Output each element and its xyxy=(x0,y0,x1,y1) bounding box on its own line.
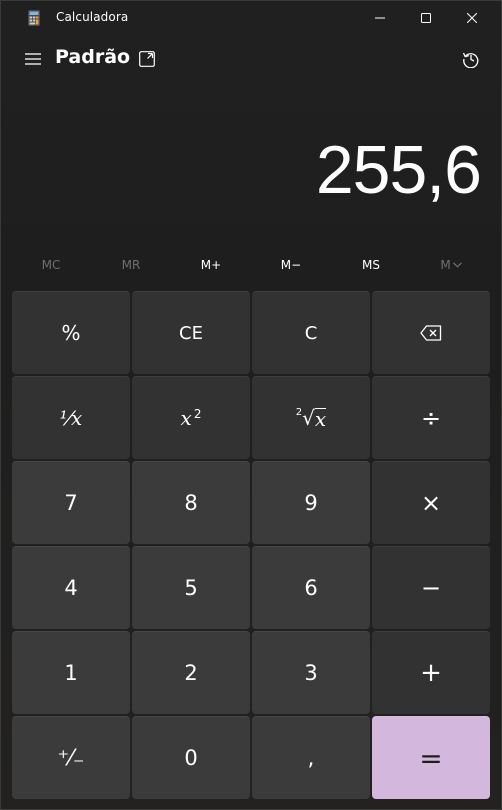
calculator-app-icon xyxy=(28,10,40,26)
history-button[interactable] xyxy=(455,45,487,73)
memory-recall-button[interactable]: MR xyxy=(91,249,171,281)
memory-subtract-button[interactable]: M− xyxy=(251,249,331,281)
negate-key[interactable]: ⁺⁄₋ xyxy=(12,716,130,799)
minimize-button[interactable] xyxy=(357,1,403,35)
square-root-key[interactable]: 2 √ x xyxy=(252,376,370,459)
memory-clear-button[interactable]: MC xyxy=(11,249,91,281)
clear-key[interactable]: C xyxy=(252,291,370,374)
window-title: Calculadora xyxy=(56,10,129,24)
add-key[interactable]: + xyxy=(372,631,490,714)
maximize-button[interactable] xyxy=(403,1,449,35)
digit-8-key[interactable]: 8 xyxy=(132,461,250,544)
memory-store-button[interactable]: MS xyxy=(331,249,411,281)
square-base: x xyxy=(180,406,192,430)
close-icon xyxy=(467,13,477,23)
memory-add-button[interactable]: M+ xyxy=(171,249,251,281)
sqrt-index: 2 xyxy=(295,406,303,418)
digit-4-key[interactable]: 4 xyxy=(12,546,130,629)
reciprocal-key[interactable]: ¹⁄x xyxy=(12,376,130,459)
memory-list-button[interactable]: M xyxy=(411,249,491,281)
digit-9-key[interactable]: 9 xyxy=(252,461,370,544)
square-exponent: 2 xyxy=(193,407,202,421)
digit-3-key[interactable]: 3 xyxy=(252,631,370,714)
decimal-separator-key[interactable]: , xyxy=(252,716,370,799)
sqrt-radicand: x xyxy=(314,406,327,431)
mode-title: Padrão xyxy=(55,46,131,68)
keypad: % CE C ¹⁄x x2 2 √ x ÷ 7 8 9 × 4 5 6 − 1 … xyxy=(12,291,490,799)
result-display: 255,6 xyxy=(315,132,482,208)
maximize-icon xyxy=(421,13,431,23)
title-bar[interactable]: Calculadora xyxy=(1,1,501,35)
digit-2-key[interactable]: 2 xyxy=(132,631,250,714)
clear-entry-key[interactable]: CE xyxy=(132,291,250,374)
memory-row: MC MR M+ M− MS M xyxy=(11,249,491,281)
percent-key[interactable]: % xyxy=(12,291,130,374)
radical-icon: √ xyxy=(302,406,315,430)
close-button[interactable] xyxy=(449,1,495,35)
keep-on-top-icon xyxy=(139,51,155,67)
memory-list-label: M xyxy=(440,258,451,272)
backspace-key[interactable] xyxy=(372,291,490,374)
calculator-header: Padrão xyxy=(1,41,501,77)
backspace-icon xyxy=(420,325,442,341)
navigation-menu-button[interactable] xyxy=(17,45,49,73)
square-key[interactable]: x2 xyxy=(132,376,250,459)
divide-key[interactable]: ÷ xyxy=(372,376,490,459)
calculator-window: Calculadora Padrão 255,6 MC MR M+ M− MS … xyxy=(0,0,502,810)
minimize-icon xyxy=(375,17,385,19)
reciprocal-label: ¹⁄x xyxy=(59,406,83,430)
history-icon xyxy=(462,52,479,68)
digit-5-key[interactable]: 5 xyxy=(132,546,250,629)
digit-0-key[interactable]: 0 xyxy=(132,716,250,799)
subtract-key[interactable]: − xyxy=(372,546,490,629)
equals-key[interactable]: = xyxy=(372,716,490,799)
hamburger-icon xyxy=(25,53,41,65)
digit-7-key[interactable]: 7 xyxy=(12,461,130,544)
chevron-down-icon xyxy=(452,262,462,268)
digit-6-key[interactable]: 6 xyxy=(252,546,370,629)
digit-1-key[interactable]: 1 xyxy=(12,631,130,714)
keep-on-top-button[interactable] xyxy=(132,45,162,73)
multiply-key[interactable]: × xyxy=(372,461,490,544)
